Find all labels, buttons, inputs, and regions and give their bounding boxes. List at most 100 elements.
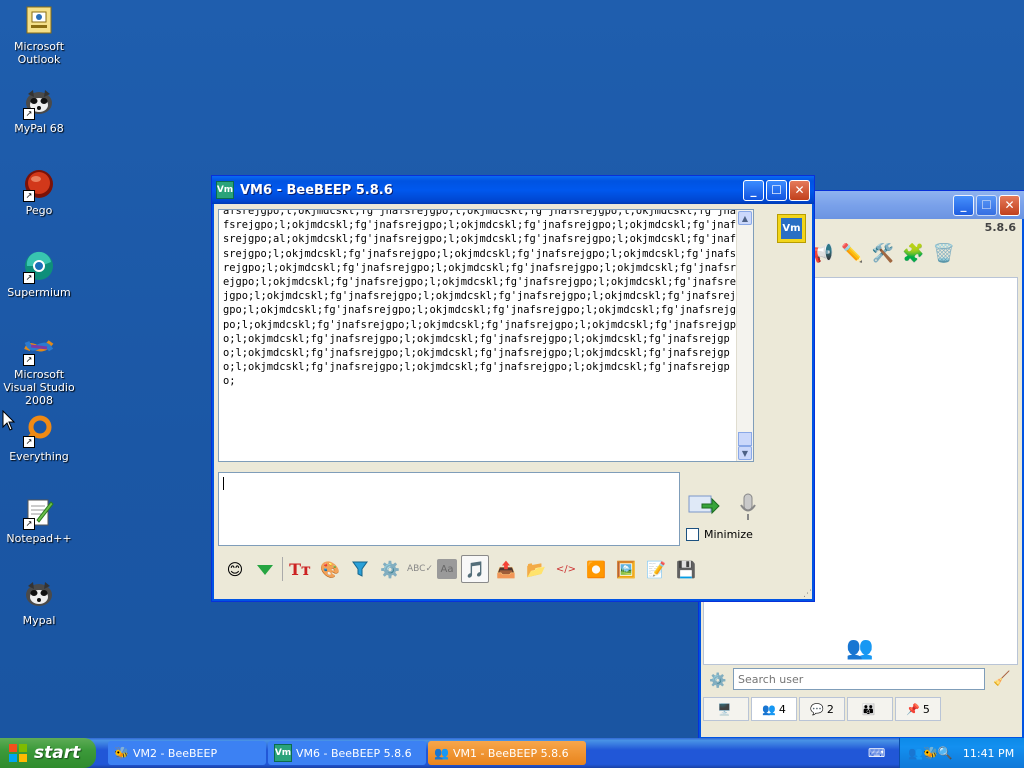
tab-users[interactable]: 👥 4	[751, 697, 797, 721]
desktop-icon-outlook[interactable]: Microsoft Outlook	[0, 4, 78, 66]
close-button[interactable]: ✕	[999, 194, 1020, 216]
tab-pinned[interactable]: 📌 5	[895, 697, 941, 721]
emoticon-icon[interactable]: 😊	[222, 556, 248, 582]
clear-search-icon[interactable]: 🧹	[993, 671, 1010, 687]
color-palette-icon[interactable]: 🎨	[317, 556, 343, 582]
save-icon[interactable]: 💾	[673, 556, 699, 582]
html-icon[interactable]: </>	[553, 556, 579, 582]
minimize-label: Minimize	[704, 528, 753, 541]
task-vm1[interactable]: 👥 VM1 - BeeBEEP 5.8.6	[428, 741, 586, 765]
dictionary-icon[interactable]: Aa	[437, 559, 457, 579]
raccoon-icon: ↗	[23, 86, 55, 120]
notes-icon[interactable]: 📝	[643, 556, 669, 582]
task-vm2[interactable]: 🐝 VM2 - BeeBEEP	[108, 741, 266, 765]
music-note-icon[interactable]: 🎵	[461, 555, 489, 583]
toolbar-separator	[282, 557, 283, 581]
desktop-icon-supermium[interactable]: ↗ Supermium	[0, 250, 78, 299]
search-user-input[interactable]	[733, 668, 985, 690]
settings-gear-icon[interactable]: ⚙️	[709, 673, 726, 689]
chat-window-titlebar[interactable]: Vm VM6 - BeeBEEP 5.8.6 _ ☐ ✕	[212, 176, 814, 204]
microphone-button[interactable]	[738, 492, 758, 526]
maximize-button[interactable]: ☐	[766, 179, 787, 201]
pego-icon: ↗	[23, 168, 55, 202]
settings-gear-icon[interactable]: ⚙️	[377, 556, 403, 582]
font-icon[interactable]: Tт	[287, 556, 313, 582]
desktop-icon-mypal68[interactable]: ↗ MyPal 68	[0, 86, 78, 135]
task-label: VM6 - BeeBEEP 5.8.6	[296, 746, 412, 760]
raccoon-icon	[23, 578, 55, 610]
desktop-icon-visual-studio[interactable]: ↗ Microsoft Visual Studio 2008	[0, 332, 78, 407]
chats-icon: 💬	[810, 702, 824, 716]
desktop-icon-pego[interactable]: ↗ Pego	[0, 168, 78, 217]
scroll-up-button[interactable]: ▲	[738, 211, 752, 225]
desktop-icon-label: Everything	[9, 450, 69, 463]
desktop-icon-mypal[interactable]: Mypal	[0, 578, 78, 627]
minimize-checkbox[interactable]	[686, 528, 699, 541]
desktop-icon-label: Notepad++	[6, 532, 72, 545]
maximize-button[interactable]: ☐	[976, 194, 997, 216]
users-tray-icon[interactable]: 👥	[908, 746, 923, 760]
record-icon[interactable]: ⏺️	[583, 556, 609, 582]
keyboard-icon[interactable]: ⌨	[868, 746, 885, 760]
chat-log[interactable]: afsrejgpo;l;okjmdcskl;fg'jnafsrejgpo;l;o…	[218, 209, 754, 462]
screenshot-icon[interactable]: 🖼️	[613, 556, 639, 582]
chat-toolbar: 😊 Tт 🎨 ⚙️ ABC✓ Aa 🎵 📤 📂 </> ⏺️ 🖼️ 📝 💾	[222, 554, 699, 584]
vm-app-icon: Vm	[274, 744, 292, 762]
search-tray-icon[interactable]: 🔍	[938, 746, 953, 760]
chat-window: Vm VM6 - BeeBEEP 5.8.6 _ ☐ ✕ afsrejgpo;l…	[211, 175, 815, 602]
trash-icon[interactable]: 🗑️	[933, 243, 955, 264]
desktop-icon-label: Microsoft Visual Studio 2008	[3, 368, 75, 407]
start-label: start	[34, 743, 81, 763]
shortcut-arrow-icon: ↗	[23, 436, 35, 448]
scroll-thumb[interactable]	[738, 432, 752, 446]
visual-studio-icon: ↗	[23, 332, 55, 366]
tools-icon[interactable]: 🛠️	[872, 243, 894, 264]
minimize-button[interactable]: _	[743, 179, 764, 201]
shortcut-arrow-icon: ↗	[23, 518, 35, 530]
tab-chats[interactable]: 💬 2	[799, 697, 845, 721]
version-label: 5.8.6	[984, 221, 1016, 234]
spellcheck-icon[interactable]: ABC✓	[407, 556, 433, 582]
chat-log-scrollbar[interactable]: ▲ ▼	[736, 210, 753, 461]
chat-log-text: afsrejgpo;l;okjmdcskl;fg'jnafsrejgpo;l;o…	[223, 209, 736, 388]
windows-logo-icon	[9, 744, 27, 762]
start-button[interactable]: start	[0, 738, 96, 768]
pin-icon: 📌	[906, 702, 920, 716]
scroll-down-button[interactable]: ▼	[738, 446, 752, 460]
minimize-option[interactable]: Minimize	[686, 528, 753, 541]
shortcut-arrow-icon: ↗	[23, 190, 35, 202]
minimize-button[interactable]: _	[953, 194, 974, 216]
beebeep-icon: 🐝	[114, 746, 129, 760]
desktop-icon-label: Mypal	[22, 614, 56, 627]
export-icon[interactable]: 📤	[493, 556, 519, 582]
message-input[interactable]	[218, 472, 680, 546]
resize-grip-icon[interactable]: ⋰	[803, 589, 812, 599]
user-avatar[interactable]: Vm	[777, 214, 806, 243]
shortcut-arrow-icon: ↗	[23, 108, 35, 120]
desktop-icon-notepadpp[interactable]: ↗ Notepad++	[0, 496, 78, 545]
notepadpp-icon: ↗	[23, 496, 55, 530]
system-tray: 👥 🐝 🔍 11:41 PM	[899, 738, 1024, 768]
shortcut-arrow-icon: ↗	[23, 354, 35, 366]
close-button[interactable]: ✕	[789, 179, 810, 201]
desktop-icon-label: MyPal 68	[14, 122, 64, 135]
desktop-icon-label: Microsoft Outlook	[13, 40, 65, 66]
edit-icon[interactable]: ✏️	[841, 243, 863, 264]
mouse-cursor-icon	[2, 410, 16, 431]
everything-icon: ↗	[23, 414, 55, 448]
users-icon: 👥	[434, 746, 449, 760]
tab-monitor[interactable]: 🖥️	[703, 697, 749, 721]
outlook-icon	[23, 4, 55, 36]
filter-icon[interactable]	[347, 556, 373, 582]
desktop-icon-label: Pego	[25, 204, 53, 217]
forward-icon[interactable]: 📂	[523, 556, 549, 582]
send-file-down-icon[interactable]	[252, 556, 278, 582]
chat-window-title: VM6 - BeeBEEP 5.8.6	[240, 182, 393, 198]
task-vm6[interactable]: Vm VM6 - BeeBEEP 5.8.6	[268, 741, 426, 765]
tab-bar: 🖥️ 👥 4 💬 2 👪 📌 5	[703, 697, 941, 721]
tab-groups[interactable]: 👪	[847, 697, 893, 721]
plugins-icon[interactable]: 🧩	[902, 243, 924, 264]
task-label: VM1 - BeeBEEP 5.8.6	[452, 746, 569, 760]
send-button[interactable]	[688, 492, 720, 526]
beebeep-tray-icon[interactable]: 🐝	[923, 746, 938, 760]
